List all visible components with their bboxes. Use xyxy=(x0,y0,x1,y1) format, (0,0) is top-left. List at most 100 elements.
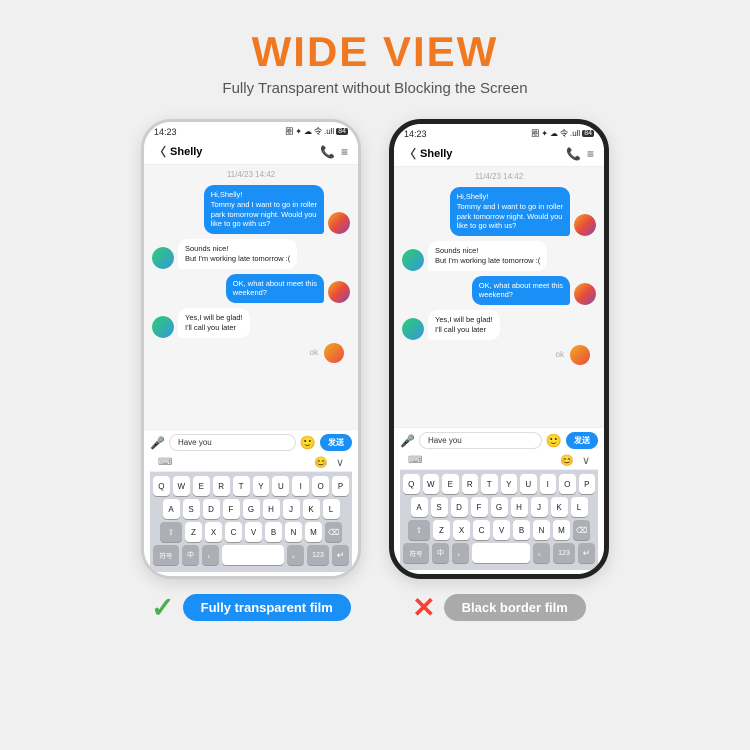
rkey-d[interactable]: D xyxy=(451,497,468,517)
rkey-q[interactable]: Q xyxy=(403,474,420,494)
left-input-field[interactable]: Have you xyxy=(169,434,296,451)
right-mic-icon: 🎤 xyxy=(400,434,415,448)
key-k[interactable]: K xyxy=(303,499,320,519)
left-keyboard: Q W E R T Y U I O P A xyxy=(150,472,352,572)
rkey-z[interactable]: Z xyxy=(433,520,450,540)
key-h[interactable]: H xyxy=(263,499,280,519)
rkey-r[interactable]: R xyxy=(462,474,479,494)
key-s[interactable]: S xyxy=(183,499,200,519)
left-key-row-1: Q W E R T Y U I O P xyxy=(153,476,349,496)
key-symbol-left[interactable]: 符号 xyxy=(153,545,179,565)
right-ok-avatar xyxy=(570,345,590,365)
right-msg-2: Sounds nice!But I'm working late tomorro… xyxy=(402,241,596,271)
key-j[interactable]: J xyxy=(283,499,300,519)
key-d[interactable]: D xyxy=(203,499,220,519)
key-backspace-left[interactable]: ⌫ xyxy=(325,522,342,542)
rkey-s[interactable]: S xyxy=(431,497,448,517)
key-y[interactable]: Y xyxy=(253,476,270,496)
right-phone-wrapper: 14:23 圈 ✦ ☁ 令 .ull 84 〈 Shelly xyxy=(389,119,609,624)
key-space-left[interactable] xyxy=(222,545,284,565)
left-chat-header: 〈 Shelly 📞 ≡ xyxy=(144,139,358,165)
rkey-g[interactable]: G xyxy=(491,497,508,517)
key-w[interactable]: W xyxy=(173,476,190,496)
right-emoji-toolbar: 😊 xyxy=(560,454,574,467)
rkey-period[interactable]: 。 xyxy=(533,543,550,563)
right-date-label: 11/4/23 14:42 xyxy=(402,172,596,181)
key-t[interactable]: T xyxy=(233,476,250,496)
key-p[interactable]: P xyxy=(332,476,349,496)
key-chinese-left[interactable]: 中 xyxy=(182,545,199,565)
key-enter-left[interactable]: ↵ xyxy=(332,545,349,565)
rkey-enter[interactable]: ↵ xyxy=(578,543,595,563)
key-e[interactable]: E xyxy=(193,476,210,496)
right-bubble-3: OK, what about meet thisweekend? xyxy=(472,276,570,306)
rkey-l[interactable]: L xyxy=(571,497,588,517)
rkey-n[interactable]: N xyxy=(533,520,550,540)
rkey-comma[interactable]: ， xyxy=(452,543,469,563)
rkey-u[interactable]: U xyxy=(520,474,537,494)
rkey-i[interactable]: I xyxy=(540,474,557,494)
left-key-row-4: 符号 中 ， 。 123 ↵ xyxy=(153,545,349,565)
rkey-v[interactable]: V xyxy=(493,520,510,540)
right-input-field[interactable]: Have you xyxy=(419,432,542,449)
key-f[interactable]: F xyxy=(223,499,240,519)
rkey-b[interactable]: B xyxy=(513,520,530,540)
right-avatar-right-1 xyxy=(574,214,596,236)
key-x[interactable]: X xyxy=(205,522,222,542)
key-l[interactable]: L xyxy=(323,499,340,519)
rkey-j[interactable]: J xyxy=(531,497,548,517)
right-send-button[interactable]: 发送 xyxy=(566,432,598,449)
rkey-f[interactable]: F xyxy=(471,497,488,517)
key-comma-left[interactable]: ， xyxy=(202,545,219,565)
key-shift-left[interactable]: ⇧ xyxy=(160,522,182,542)
key-z[interactable]: Z xyxy=(185,522,202,542)
right-bubble-2: Sounds nice!But I'm working late tomorro… xyxy=(428,241,547,271)
left-ok-row: ok xyxy=(152,343,350,363)
rkey-o[interactable]: O xyxy=(559,474,576,494)
key-period-left[interactable]: 。 xyxy=(287,545,304,565)
right-msg-3: OK, what about meet thisweekend? xyxy=(402,276,596,306)
rkey-chinese[interactable]: 中 xyxy=(432,543,449,563)
left-key-row-3: ⇧ Z X C V B N M ⌫ xyxy=(153,522,349,542)
right-avatar-left-4 xyxy=(402,318,424,340)
key-a[interactable]: A xyxy=(163,499,180,519)
rkey-123[interactable]: 123 xyxy=(553,543,575,563)
rkey-c[interactable]: C xyxy=(473,520,490,540)
rkey-h[interactable]: H xyxy=(511,497,528,517)
rkey-a[interactable]: A xyxy=(411,497,428,517)
right-phone: 14:23 圈 ✦ ☁ 令 .ull 84 〈 Shelly xyxy=(389,119,609,579)
rkey-space[interactable] xyxy=(472,543,530,563)
key-g[interactable]: G xyxy=(243,499,260,519)
left-toolbar-icons: 😊 ∨ xyxy=(314,456,344,469)
rkey-t[interactable]: T xyxy=(481,474,498,494)
key-m[interactable]: M xyxy=(305,522,322,542)
right-key-row-2: A S D F G H J K L xyxy=(403,497,595,517)
rkey-m[interactable]: M xyxy=(553,520,570,540)
key-v[interactable]: V xyxy=(245,522,262,542)
key-u[interactable]: U xyxy=(272,476,289,496)
key-q[interactable]: Q xyxy=(153,476,170,496)
key-r[interactable]: R xyxy=(213,476,230,496)
rkey-k[interactable]: K xyxy=(551,497,568,517)
rkey-p[interactable]: P xyxy=(579,474,596,494)
rkey-shift[interactable]: ⇧ xyxy=(408,520,430,540)
left-send-button[interactable]: 发送 xyxy=(320,434,352,451)
key-i[interactable]: I xyxy=(292,476,309,496)
key-c[interactable]: C xyxy=(225,522,242,542)
right-keyboard: Q W E R T Y U I O P A xyxy=(400,470,598,570)
rkey-symbol[interactable]: 符号 xyxy=(403,543,429,563)
rkey-w[interactable]: W xyxy=(423,474,440,494)
menu-icon-right: ≡ xyxy=(587,147,594,161)
key-o[interactable]: O xyxy=(312,476,329,496)
rkey-backspace[interactable]: ⌫ xyxy=(573,520,590,540)
rkey-e[interactable]: E xyxy=(442,474,459,494)
left-chevron-icon: ∨ xyxy=(336,456,344,469)
rkey-x[interactable]: X xyxy=(453,520,470,540)
key-n[interactable]: N xyxy=(285,522,302,542)
rkey-y[interactable]: Y xyxy=(501,474,518,494)
key-123-left[interactable]: 123 xyxy=(307,545,329,565)
phone-icon-left: 📞 xyxy=(320,145,335,159)
left-mic-icon: 🎤 xyxy=(150,436,165,450)
key-b[interactable]: B xyxy=(265,522,282,542)
right-emoji-icon: 🙂 xyxy=(546,433,562,449)
